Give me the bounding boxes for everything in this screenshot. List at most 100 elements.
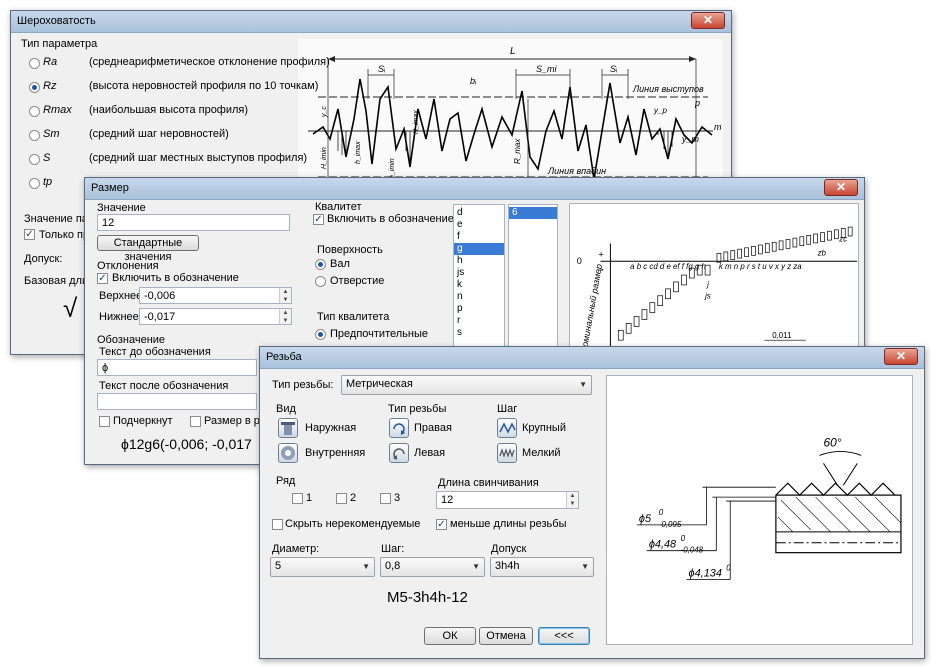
thread-type-select[interactable]: Метрическая ▼: [341, 375, 592, 395]
param-radio-rmax[interactable]: [29, 106, 40, 117]
right-hand-icon[interactable]: [389, 418, 409, 438]
coarse-pitch-icon[interactable]: [497, 418, 517, 438]
designation-label: Обозначение: [97, 334, 166, 346]
inner-thread-icon[interactable]: [278, 443, 298, 463]
diagram-Hmax: H_imax: [413, 110, 420, 134]
shaft-radio[interactable]: [315, 259, 326, 270]
size-titlebar[interactable]: Размер ✕: [85, 178, 864, 200]
list-item[interactable]: d: [454, 207, 504, 219]
chart-zero: 0: [577, 256, 582, 266]
fine-pitch-icon[interactable]: [497, 443, 517, 463]
roughness-titlebar[interactable]: Шероховатость ✕: [11, 11, 731, 33]
left-hand-icon[interactable]: [389, 443, 409, 463]
cancel-button[interactable]: Отмена: [479, 627, 533, 645]
list-item[interactable]: e: [454, 219, 504, 231]
param-code-rz: Rz: [43, 80, 57, 92]
hide-not-recommended-label: Скрыть нерекомендуемые: [285, 518, 421, 530]
d2-sub: -0,048: [681, 546, 704, 555]
param-desc-rmax: (наибольшая высота профиля): [89, 104, 249, 116]
chart-letters-top: a b c cd d e ef f fg g h: [630, 262, 706, 271]
deviations-include-checkbox[interactable]: ✓: [97, 273, 108, 284]
thread-close-button[interactable]: ✕: [884, 348, 918, 365]
qualitet-include-checkbox[interactable]: ✓: [313, 214, 324, 225]
length-input[interactable]: 12 ▲ ▼: [436, 491, 579, 509]
thread-titlebar[interactable]: Резьба ✕: [260, 347, 924, 369]
text-after-label: Текст после обозначения: [99, 380, 229, 392]
size-value-label: Значение: [97, 202, 146, 214]
list-item[interactable]: s: [454, 327, 504, 339]
shaft-label: Вал: [330, 258, 350, 270]
param-code-tp: tp: [43, 176, 53, 188]
param-radio-sm[interactable]: [29, 130, 40, 141]
size-result-text: ϕ12g6(-0,006; -0,017: [121, 436, 252, 452]
lower-input[interactable]: -0,017 ▲ ▼: [139, 308, 292, 325]
ok-button[interactable]: ОК: [424, 627, 476, 645]
fine-label: Мелкий: [522, 447, 561, 459]
list-item[interactable]: f: [454, 231, 504, 243]
diagram-yp: y_p: [653, 106, 667, 115]
param-radio-rz[interactable]: [29, 82, 40, 93]
chart-js: js: [704, 292, 711, 301]
pitch-select[interactable]: 0,8 ▼: [380, 557, 485, 577]
list-item[interactable]: js: [454, 267, 504, 279]
chevron-down-icon: ▼: [581, 562, 589, 571]
inner-label: Внутренняя: [305, 447, 366, 459]
standard-values-button[interactable]: Стандартные значения: [97, 235, 199, 263]
left-label: Левая: [414, 447, 446, 459]
param-code-sm: Sm: [43, 128, 60, 140]
diagram-bi: bᵢ: [470, 76, 477, 86]
list-item[interactable]: 6: [509, 207, 557, 219]
underlined-checkbox[interactable]: [99, 416, 110, 427]
thread-angle-label: 60°: [824, 435, 842, 449]
d1-sub: -0,095: [659, 520, 682, 529]
upper-label: Верхнее: [99, 290, 143, 302]
param-code-s: S: [43, 152, 51, 164]
param-desc-ra: (среднеарифметическое отклонение профиля…: [89, 56, 330, 68]
list-item[interactable]: r: [454, 315, 504, 327]
upper-input[interactable]: -0,006 ▲ ▼: [139, 287, 292, 304]
list-item[interactable]: n: [454, 291, 504, 303]
list-item[interactable]: g: [454, 243, 504, 255]
row-1-checkbox[interactable]: [292, 493, 303, 504]
size-value-input[interactable]: 12: [97, 214, 290, 231]
param-radio-tp[interactable]: [29, 178, 40, 189]
size-close-button[interactable]: ✕: [824, 179, 858, 196]
param-radio-ra[interactable]: [29, 58, 40, 69]
text-after-input[interactable]: [97, 393, 257, 410]
diameter-select[interactable]: 5 ▼: [270, 557, 375, 577]
thread-tolerance-select[interactable]: 3h4h ▼: [490, 557, 594, 577]
list-item[interactable]: h: [454, 255, 504, 267]
chevron-down-icon: ▼: [472, 562, 480, 571]
preferred-radio[interactable]: [315, 329, 326, 340]
only-preferred-checkbox[interactable]: ✓: [24, 229, 35, 240]
right-label: Правая: [414, 422, 452, 434]
row-3-checkbox[interactable]: [380, 493, 391, 504]
list-item[interactable]: k: [454, 279, 504, 291]
text-before-input[interactable]: ϕ: [97, 359, 257, 376]
thread-type-value: Метрическая: [346, 378, 413, 390]
frame-checkbox[interactable]: [190, 416, 201, 427]
param-radio-s[interactable]: [29, 154, 40, 165]
d3-main: ϕ4,134: [689, 568, 722, 580]
grade-list[interactable]: 6: [508, 204, 558, 356]
qualitet-include-label: Включить в обозначение: [327, 213, 454, 225]
tolerance-fields-chart: 0 + − номинальный размер a b c cd d e ef…: [569, 203, 859, 353]
row-2-checkbox[interactable]: [336, 493, 347, 504]
text-before-label: Текст до обозначения: [99, 346, 211, 358]
lower-value: -0,017: [144, 311, 176, 323]
hide-not-recommended-checkbox[interactable]: [272, 519, 283, 530]
list-item[interactable]: p: [454, 303, 504, 315]
view-label: Вид: [276, 403, 296, 415]
roughness-close-button[interactable]: ✕: [691, 12, 725, 29]
param-desc-s: (средний шаг местных выступов профиля): [89, 152, 308, 164]
less-than-thread-checkbox[interactable]: ✓: [436, 519, 447, 530]
diagram-valley-line: Линия впадин: [547, 166, 606, 176]
d1-main: ϕ5: [639, 513, 652, 525]
upper-value: -0,006: [144, 290, 176, 302]
hole-radio[interactable]: [315, 276, 326, 287]
fundamental-deviation-list[interactable]: d e f g h js k n p r s: [453, 204, 505, 356]
collapse-button[interactable]: <<<: [538, 627, 590, 645]
outer-thread-icon[interactable]: [278, 418, 298, 438]
thread-tolerance-label: Допуск: [491, 543, 527, 555]
diagram-hmax: h_imax: [355, 141, 362, 164]
